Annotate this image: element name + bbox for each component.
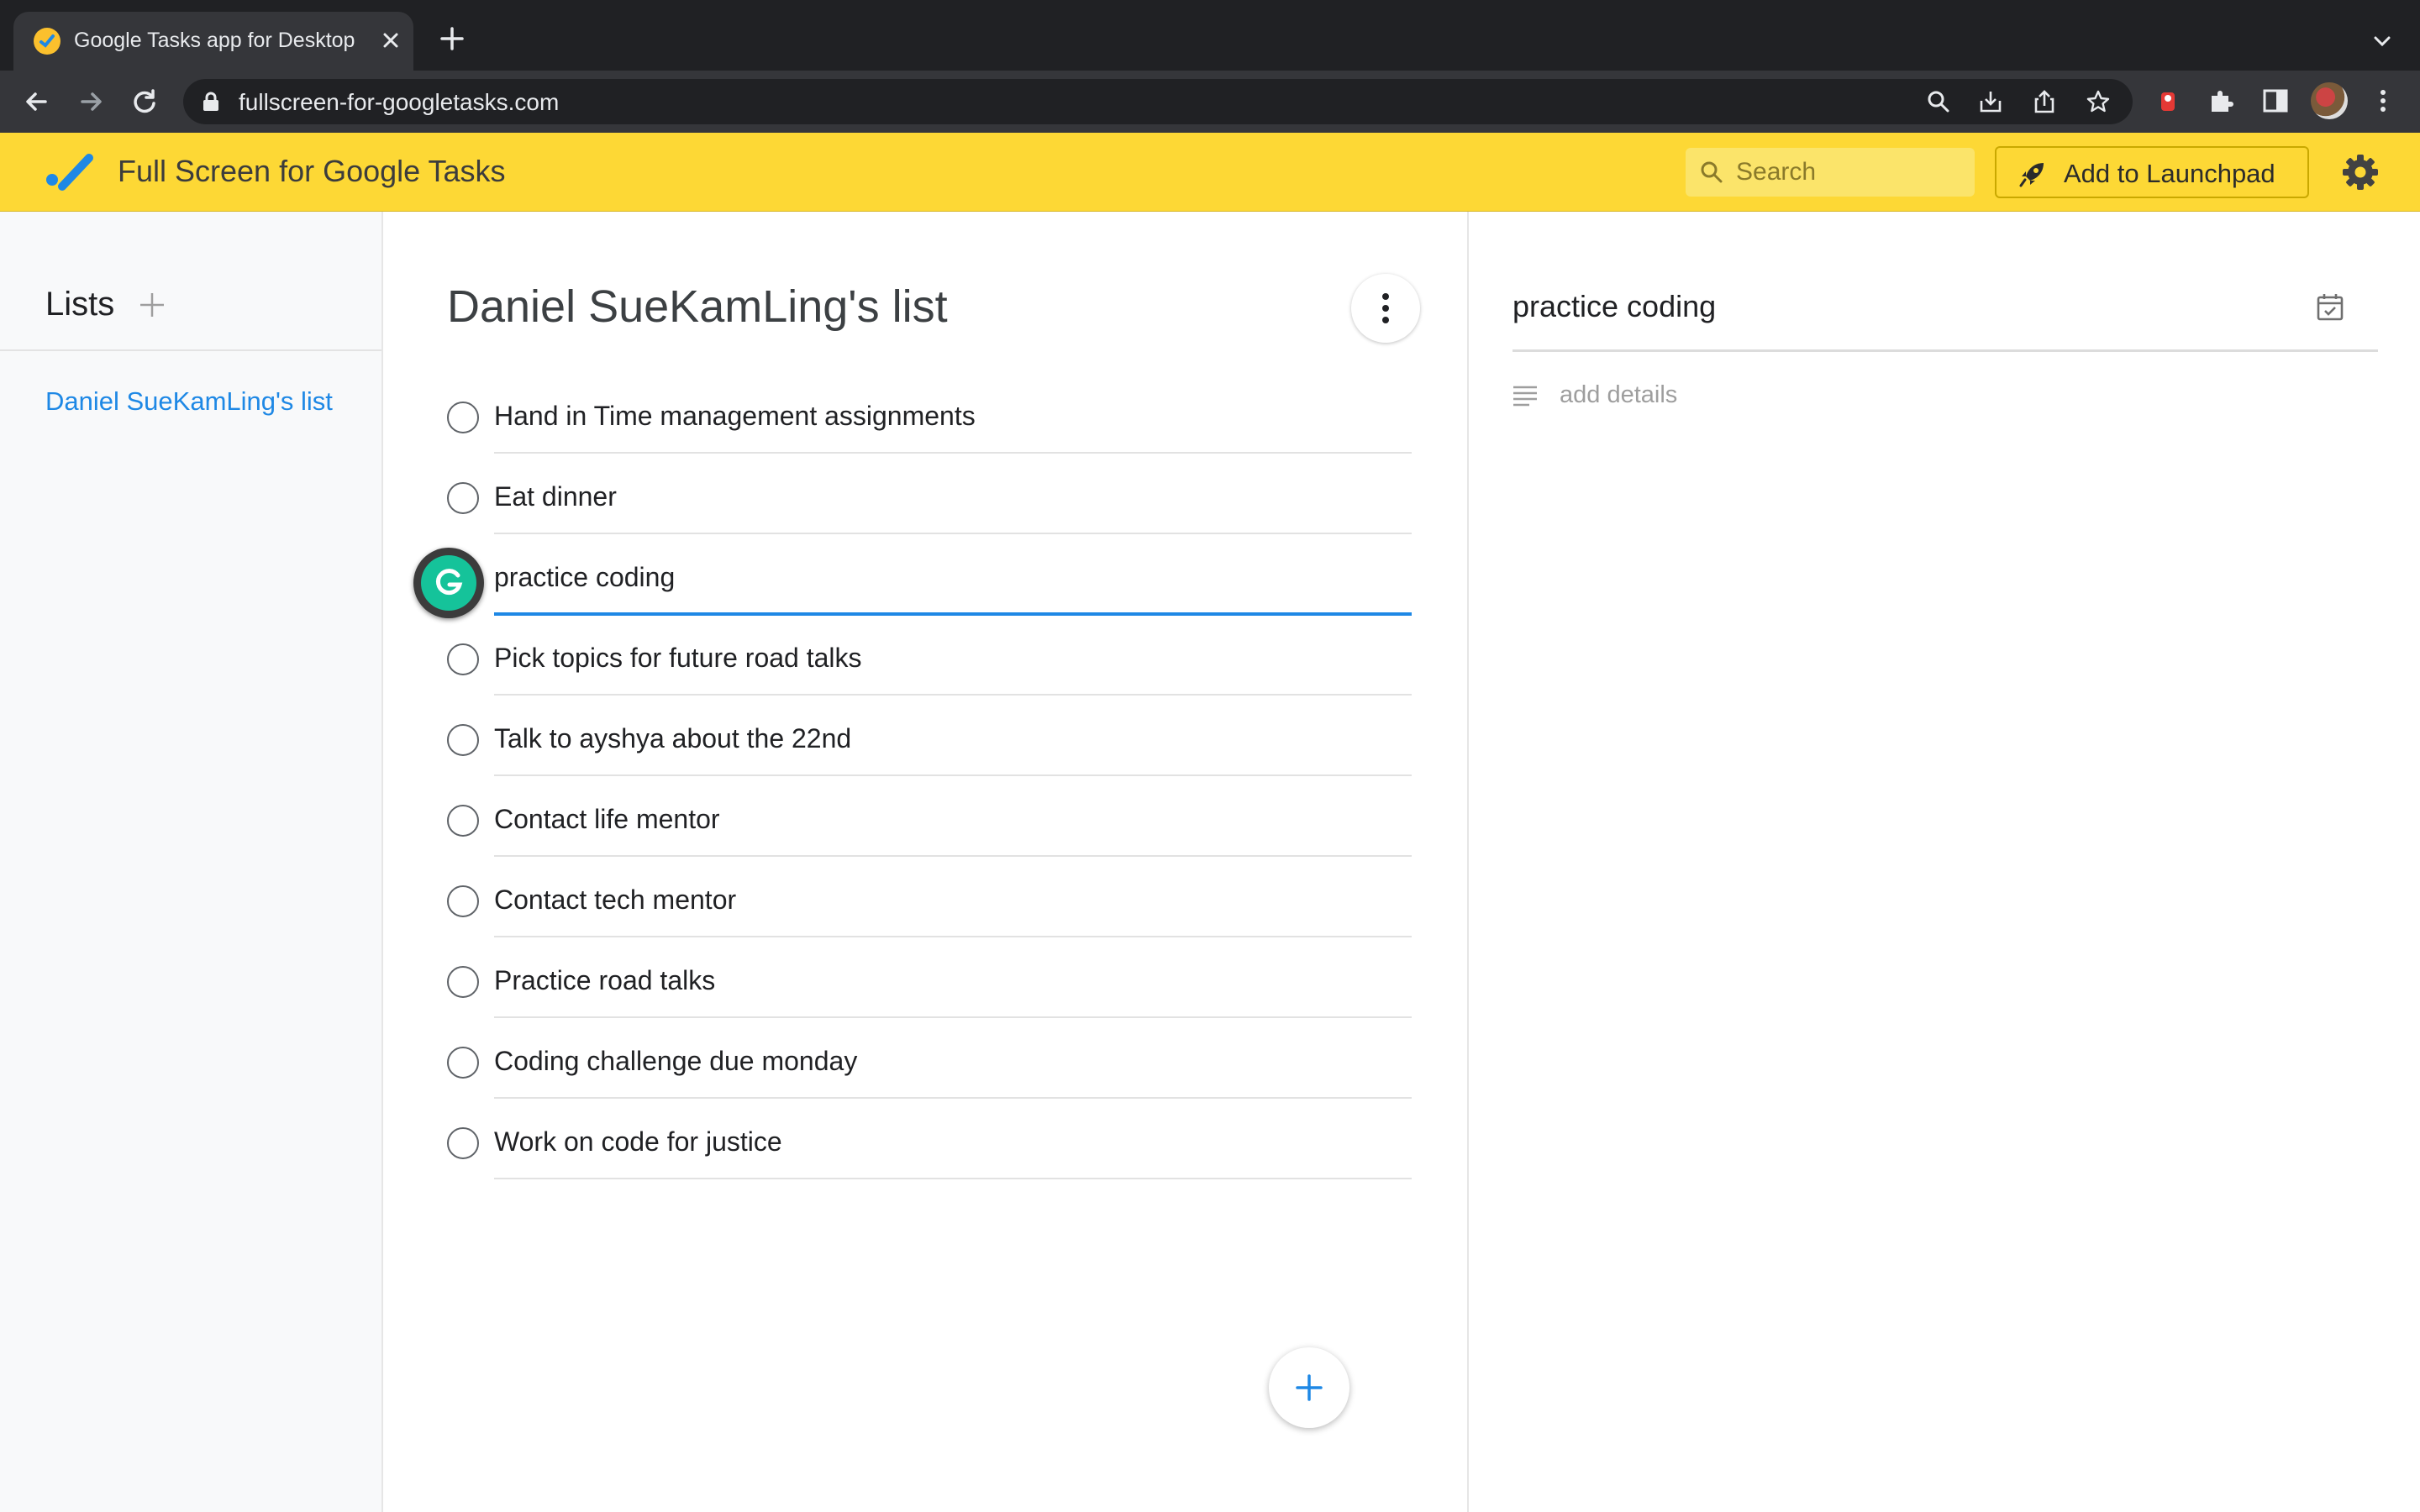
- extensions-puzzle-icon[interactable]: [2207, 86, 2237, 116]
- detail-title-underline: [1512, 349, 2378, 352]
- add-details-field[interactable]: add details: [1560, 381, 1677, 409]
- grammarly-icon[interactable]: [413, 548, 484, 618]
- add-list-icon[interactable]: [138, 291, 166, 319]
- zoom-search-icon[interactable]: [1926, 89, 1951, 114]
- app-title: Full Screen for Google Tasks: [118, 154, 506, 188]
- plus-icon: [1296, 1374, 1323, 1401]
- app-logo-icon: [44, 151, 97, 195]
- task-title[interactable]: Eat dinner: [494, 481, 617, 512]
- task-checkbox[interactable]: [447, 885, 479, 917]
- settings-gear-icon[interactable]: [2341, 153, 2380, 192]
- back-arrow-icon[interactable]: [20, 85, 54, 118]
- close-tab-icon[interactable]: [376, 26, 405, 55]
- browser-tabstrip: Google Tasks app for Desktop: [0, 0, 2420, 71]
- sidebar: Lists Daniel SueKamLing's list: [0, 212, 383, 1512]
- install-app-icon[interactable]: [1978, 89, 2003, 114]
- profile-avatar[interactable]: [2311, 82, 2348, 119]
- browser-toolbar: fullscreen-for-googletasks.com: [0, 71, 2420, 133]
- search-icon: [1699, 160, 1724, 185]
- side-panel-icon[interactable]: [2260, 86, 2291, 116]
- task-row[interactable]: Talk to ayshya about the 22nd: [447, 696, 1412, 776]
- task-title[interactable]: Pick topics for future road talks: [494, 643, 862, 674]
- task-row[interactable]: Work on code for justice: [447, 1099, 1412, 1179]
- address-bar[interactable]: fullscreen-for-googletasks.com: [183, 79, 2133, 124]
- calendar-check-icon[interactable]: [2314, 291, 2346, 323]
- add-to-launchpad-button[interactable]: Add to Launchpad: [1995, 146, 2309, 198]
- browser-menu-icon[interactable]: [2368, 86, 2398, 116]
- forward-arrow-icon[interactable]: [74, 85, 108, 118]
- task-row[interactable]: Contact tech mentor: [447, 857, 1412, 937]
- task-title[interactable]: Hand in Time management assignments: [494, 401, 976, 432]
- task-row-selected[interactable]: practice coding: [447, 534, 1412, 616]
- share-icon[interactable]: [2032, 89, 2057, 114]
- task-row[interactable]: Eat dinner: [447, 454, 1412, 534]
- task-checkbox[interactable]: [447, 1127, 479, 1159]
- task-checkbox[interactable]: [447, 805, 479, 837]
- task-row[interactable]: Pick topics for future road talks: [447, 615, 1412, 696]
- reload-icon[interactable]: [128, 85, 161, 118]
- task-row[interactable]: Coding challenge due monday: [447, 1018, 1412, 1099]
- task-checkbox[interactable]: [447, 643, 479, 675]
- task-checkbox[interactable]: [447, 482, 479, 514]
- task-checkbox[interactable]: [447, 402, 479, 433]
- add-to-launchpad-label: Add to Launchpad: [2064, 159, 2275, 188]
- bookmark-star-icon[interactable]: [2086, 89, 2111, 114]
- task-checkbox[interactable]: [447, 724, 479, 756]
- search-input[interactable]: [1736, 156, 1963, 188]
- task-row[interactable]: Hand in Time management assignments: [447, 373, 1412, 454]
- task-title[interactable]: Practice road talks: [494, 965, 715, 996]
- app-header: Full Screen for Google Tasks Add to Laun…: [0, 133, 2420, 212]
- sidebar-divider: [0, 349, 381, 351]
- task-title[interactable]: Talk to ayshya about the 22nd: [494, 723, 851, 754]
- add-task-button[interactable]: [1269, 1347, 1349, 1428]
- search-box[interactable]: [1686, 148, 1975, 197]
- more-vertical-icon: [1382, 293, 1389, 323]
- chevron-down-icon[interactable]: [2370, 29, 2395, 54]
- url-text[interactable]: fullscreen-for-googletasks.com: [239, 89, 559, 116]
- list-menu-button[interactable]: [1351, 274, 1420, 343]
- tab-title: Google Tasks app for Desktop: [74, 29, 355, 52]
- task-checkbox[interactable]: [447, 966, 479, 998]
- browser-tab[interactable]: Google Tasks app for Desktop: [13, 12, 413, 71]
- task-title[interactable]: Contact life mentor: [494, 804, 720, 835]
- extension-red-icon[interactable]: [2153, 86, 2183, 116]
- task-row[interactable]: Contact life mentor: [447, 776, 1412, 857]
- rocket-icon: [2018, 160, 2047, 188]
- notes-lines-icon: [1511, 381, 1539, 410]
- task-row[interactable]: Practice road talks: [447, 937, 1412, 1018]
- task-title[interactable]: Coding challenge due monday: [494, 1046, 857, 1077]
- task-checkbox[interactable]: [447, 1047, 479, 1079]
- new-tab-icon[interactable]: [439, 25, 466, 52]
- tasks-favicon-icon: [34, 28, 60, 55]
- sidebar-item-list[interactable]: Daniel SueKamLing's list: [45, 386, 333, 417]
- task-title[interactable]: practice coding: [494, 562, 675, 593]
- lock-icon[interactable]: [202, 92, 220, 112]
- list-title: Daniel SueKamLing's list: [447, 281, 948, 332]
- lists-heading: Lists: [45, 286, 115, 323]
- task-detail-title[interactable]: practice coding: [1512, 289, 1716, 324]
- task-divider: [494, 1178, 1412, 1179]
- task-title[interactable]: Work on code for justice: [494, 1126, 782, 1158]
- task-title[interactable]: Contact tech mentor: [494, 885, 736, 916]
- details-divider: [1467, 212, 1469, 1512]
